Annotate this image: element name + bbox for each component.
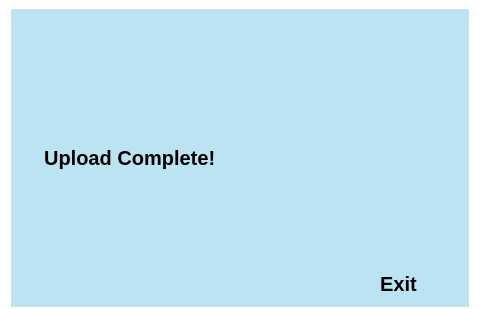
upload-complete-message: Upload Complete! [44, 148, 216, 170]
upload-status-screen: Upload Complete! Exit [11, 9, 469, 307]
exit-button[interactable]: Exit [380, 274, 417, 297]
